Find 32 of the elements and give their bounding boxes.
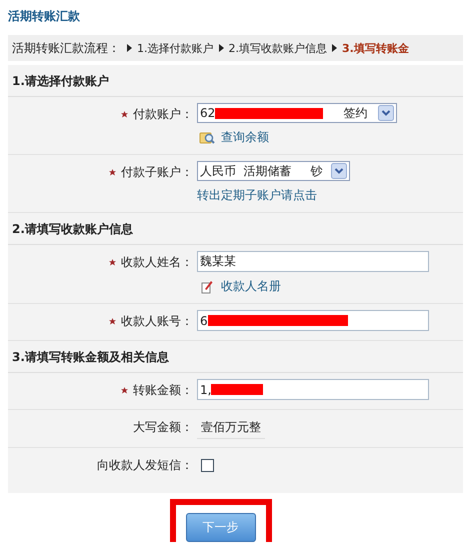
triangle-icon: [332, 44, 337, 52]
triangle-icon: [218, 44, 224, 52]
input-field[interactable]: 6: [197, 310, 429, 331]
step-item: 3.填写转账金: [342, 40, 409, 56]
section-heading: 2.请填写收款账户信息: [8, 213, 463, 245]
section-heading: 1.请选择付款账户: [8, 65, 463, 97]
field-label: 收款人账号：: [121, 312, 193, 330]
step-item: 1.选择付款账户: [137, 40, 214, 56]
triangle-icon: [127, 44, 132, 52]
dropdown[interactable]: 62 签约: [197, 103, 397, 123]
steps-label: 活期转账汇款流程：: [12, 40, 120, 56]
field-label: 大写金额：: [133, 418, 193, 436]
section-heading: 3.请填写转账金额及相关信息: [8, 341, 463, 373]
checkbox[interactable]: [201, 459, 214, 472]
step-item: 2.填写收款账户信息: [228, 40, 327, 56]
field-label: 付款子账户：: [121, 164, 193, 180]
field-label: 向收款人发短信：: [97, 456, 193, 474]
magnifier-icon: [199, 130, 215, 146]
amount-in-words: 壹佰万元整: [197, 416, 265, 439]
page-title: 活期转账汇款: [8, 8, 81, 25]
caret-icon: [378, 105, 394, 121]
field-label: 转账金额：: [133, 382, 193, 398]
caret-icon: [331, 163, 347, 179]
input-field[interactable]: 1,: [197, 379, 429, 400]
note-icon: [199, 278, 215, 294]
link[interactable]: 查询余额: [221, 129, 269, 146]
field-label: 付款账户：: [133, 106, 193, 122]
field-label: 收款人姓名：: [121, 254, 193, 270]
dropdown[interactable]: 人民币 活期储蓄 钞: [197, 161, 350, 181]
input-field[interactable]: 魏某某: [197, 251, 429, 272]
link[interactable]: 收款人名册: [221, 278, 281, 295]
link[interactable]: 转出定期子账户请点击: [197, 187, 317, 204]
